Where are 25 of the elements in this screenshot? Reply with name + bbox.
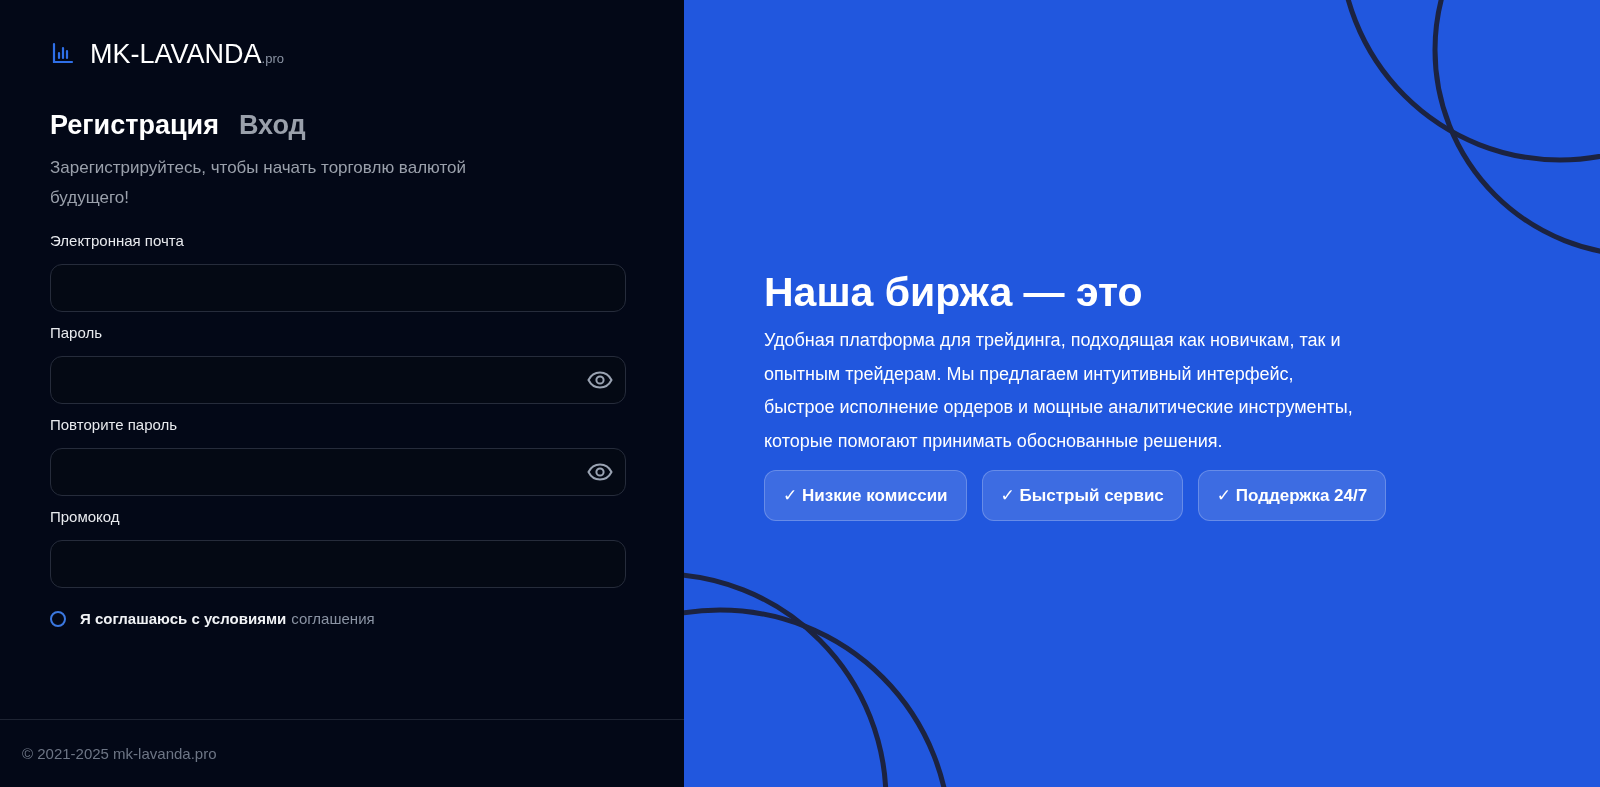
- promo-text: Удобная платформа для трейдинга, подходящая как новичкам, так и опытным трейдерам. Мы предлагаем интуитивный интерфейс, быстрое исполнение ордеров и мощные аналитические инструменты, которые помогают принимать обоснованные решения.: [764, 329, 1354, 453]
- field-label: Пароль: [50, 323, 104, 343]
- eye-icon[interactable]: [587, 463, 613, 481]
- feature-chip: ✓ Быстрый сервис: [981, 470, 1183, 521]
- subtitle: Зарегистрируйтесь, чтобы начать торговлю валютой будущего!: [50, 157, 467, 209]
- tab[interactable]: Вход: [238, 110, 306, 141]
- agreement-text: Я соглашаюсь с условиями: [80, 610, 287, 627]
- field-label: Повторите пароль: [50, 415, 179, 435]
- input-field[interactable]: [50, 540, 626, 588]
- field-label: Промокод: [50, 507, 121, 527]
- input-field[interactable]: [50, 448, 626, 496]
- feature-chip: ✓ Низкие комиссии: [764, 470, 967, 521]
- logo-text: MK-LAVANDA: [90, 38, 262, 70]
- bar-chart-icon: [52, 42, 74, 64]
- feature-chip: ✓ Поддержка 24/7: [1197, 470, 1387, 521]
- checkbox[interactable]: [50, 610, 66, 627]
- eye-icon[interactable]: [587, 371, 613, 389]
- copyright-text: © 2021-2025 mk-lavanda.pro: [22, 745, 217, 762]
- input-field[interactable]: [50, 356, 626, 404]
- logo-suffix: .pro: [261, 51, 284, 66]
- field-label: Электронная почта: [50, 231, 185, 251]
- input-field[interactable]: [50, 264, 626, 312]
- tab[interactable]: Регистрация: [50, 110, 219, 141]
- agreement-link[interactable]: соглашения: [291, 610, 375, 627]
- promo-title: Наша биржа — это: [764, 268, 1144, 316]
